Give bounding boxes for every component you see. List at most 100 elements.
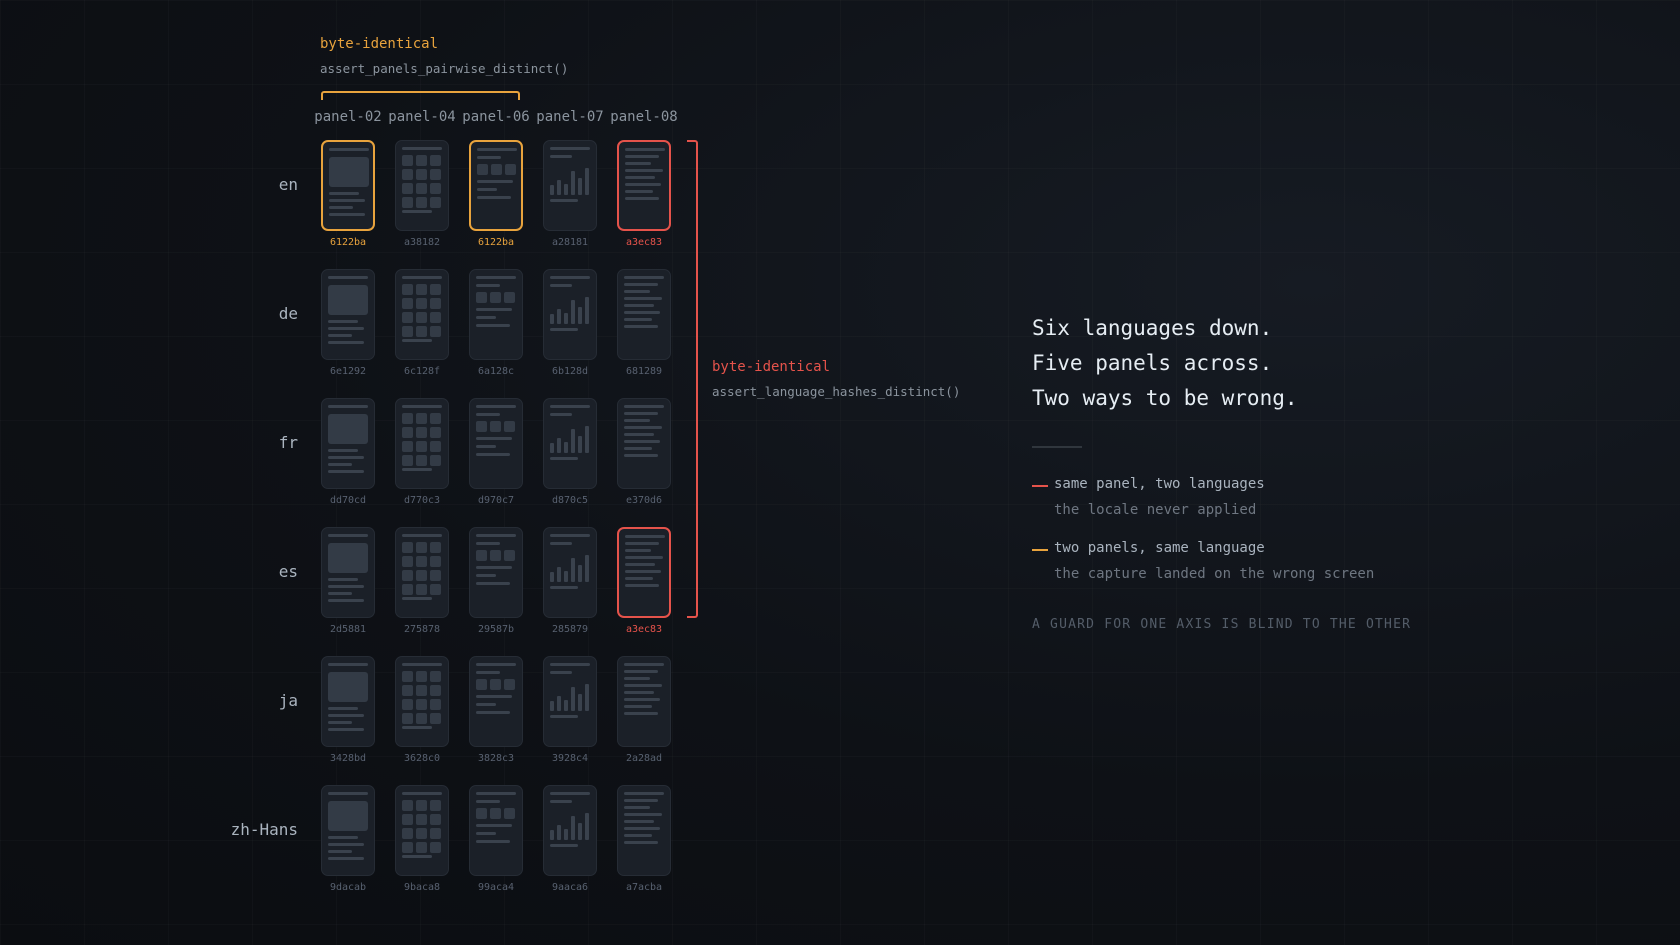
mock-tile <box>416 183 427 194</box>
mock-line <box>624 405 664 408</box>
panel-hash: d770c3 <box>403 495 441 506</box>
mock-tile <box>430 584 441 595</box>
mock-line <box>624 834 652 837</box>
panel-card[interactable] <box>617 140 671 231</box>
panel-hash: 6e1292 <box>329 366 367 377</box>
panel-card[interactable] <box>543 656 597 747</box>
mock-line <box>328 341 364 344</box>
mock-tile <box>490 292 501 303</box>
panel-hash: 6122ba <box>477 237 515 248</box>
mock-line <box>624 670 658 673</box>
mock-chart-bar <box>564 700 568 711</box>
mock-line <box>328 463 352 466</box>
panel-card[interactable] <box>395 785 449 876</box>
panel-hash: d970c7 <box>477 495 515 506</box>
mock-chart-bar <box>557 309 561 324</box>
panel-card[interactable] <box>469 785 523 876</box>
mock-line <box>402 405 442 408</box>
mock-line <box>476 566 512 569</box>
panel-card[interactable] <box>395 269 449 360</box>
mock-line <box>550 457 578 460</box>
mock-tile <box>416 584 427 595</box>
panel-card[interactable] <box>543 269 597 360</box>
panel-card[interactable] <box>617 398 671 489</box>
panel-card[interactable] <box>469 140 523 231</box>
mock-line <box>328 578 358 581</box>
panel-card[interactable] <box>617 785 671 876</box>
mock-chart-bar <box>585 426 589 453</box>
mock-tile <box>416 441 427 452</box>
mock-line <box>476 663 516 666</box>
mock-tile <box>430 570 441 581</box>
top-annotation-title: byte-identical <box>320 36 439 52</box>
mock-line <box>402 147 442 150</box>
top-annotation-function: assert_panels_pairwise_distinct() <box>320 61 569 76</box>
mock-line <box>476 437 512 440</box>
mock-tile <box>430 713 441 724</box>
panel-card[interactable] <box>321 656 375 747</box>
mock-tile <box>416 312 427 323</box>
mock-line <box>625 155 659 158</box>
mock-line <box>328 707 358 710</box>
mock-tile <box>430 284 441 295</box>
mock-line <box>329 148 369 151</box>
mock-line <box>625 577 653 580</box>
panel-card[interactable] <box>395 398 449 489</box>
panel-thumbnail <box>402 405 442 481</box>
mock-tile <box>430 814 441 825</box>
panel-card[interactable] <box>469 269 523 360</box>
panel-card[interactable] <box>321 398 375 489</box>
panel-hash: 29587b <box>477 624 515 635</box>
panel-hash: d870c5 <box>551 495 589 506</box>
panel-card[interactable] <box>469 656 523 747</box>
mock-tile <box>402 814 413 825</box>
mock-chart <box>550 425 590 453</box>
mock-tile <box>402 427 413 438</box>
mock-tile <box>416 298 427 309</box>
mock-chart-bar <box>550 443 554 453</box>
panel-thumbnail <box>329 148 369 224</box>
panel-card[interactable] <box>321 140 375 231</box>
panel-card[interactable] <box>321 269 375 360</box>
mock-line <box>550 586 578 589</box>
mock-chart-bar <box>550 572 554 582</box>
mock-chart-bar <box>557 825 561 840</box>
panel-hash: a7acba <box>625 882 663 893</box>
panel-card[interactable] <box>617 269 671 360</box>
mock-tile <box>402 326 413 337</box>
mock-tile <box>402 284 413 295</box>
panel-hash: e370d6 <box>625 495 663 506</box>
panel-thumbnail <box>625 148 665 224</box>
mock-line <box>550 328 578 331</box>
mock-line <box>328 714 364 717</box>
mock-tile <box>504 679 515 690</box>
panel-card[interactable] <box>617 656 671 747</box>
mock-chart <box>550 812 590 840</box>
panel-card[interactable] <box>543 527 597 618</box>
panel-card[interactable] <box>469 527 523 618</box>
mock-chart-bar <box>578 436 582 453</box>
mock-line <box>476 703 496 706</box>
panel-card[interactable] <box>543 785 597 876</box>
legend-amber-dash <box>1032 549 1048 551</box>
mock-line <box>328 592 352 595</box>
panel-card[interactable] <box>543 140 597 231</box>
panel-card[interactable] <box>617 527 671 618</box>
mock-line <box>476 582 510 585</box>
panel-card[interactable] <box>543 398 597 489</box>
mock-line <box>625 183 661 186</box>
mock-chart-bar <box>557 180 561 195</box>
panel-card[interactable] <box>321 785 375 876</box>
panel-card[interactable] <box>321 527 375 618</box>
panel-hash: 3628c0 <box>403 753 441 764</box>
panel-card[interactable] <box>395 140 449 231</box>
panel-card[interactable] <box>469 398 523 489</box>
panel-thumbnail <box>328 405 368 481</box>
panel-card[interactable] <box>395 527 449 618</box>
panel-card[interactable] <box>395 656 449 747</box>
panel-hash: 6122ba <box>329 237 367 248</box>
mock-line <box>550 147 590 150</box>
mock-tile <box>504 292 515 303</box>
panel-thumbnail <box>624 405 664 481</box>
divider <box>1032 446 1082 448</box>
